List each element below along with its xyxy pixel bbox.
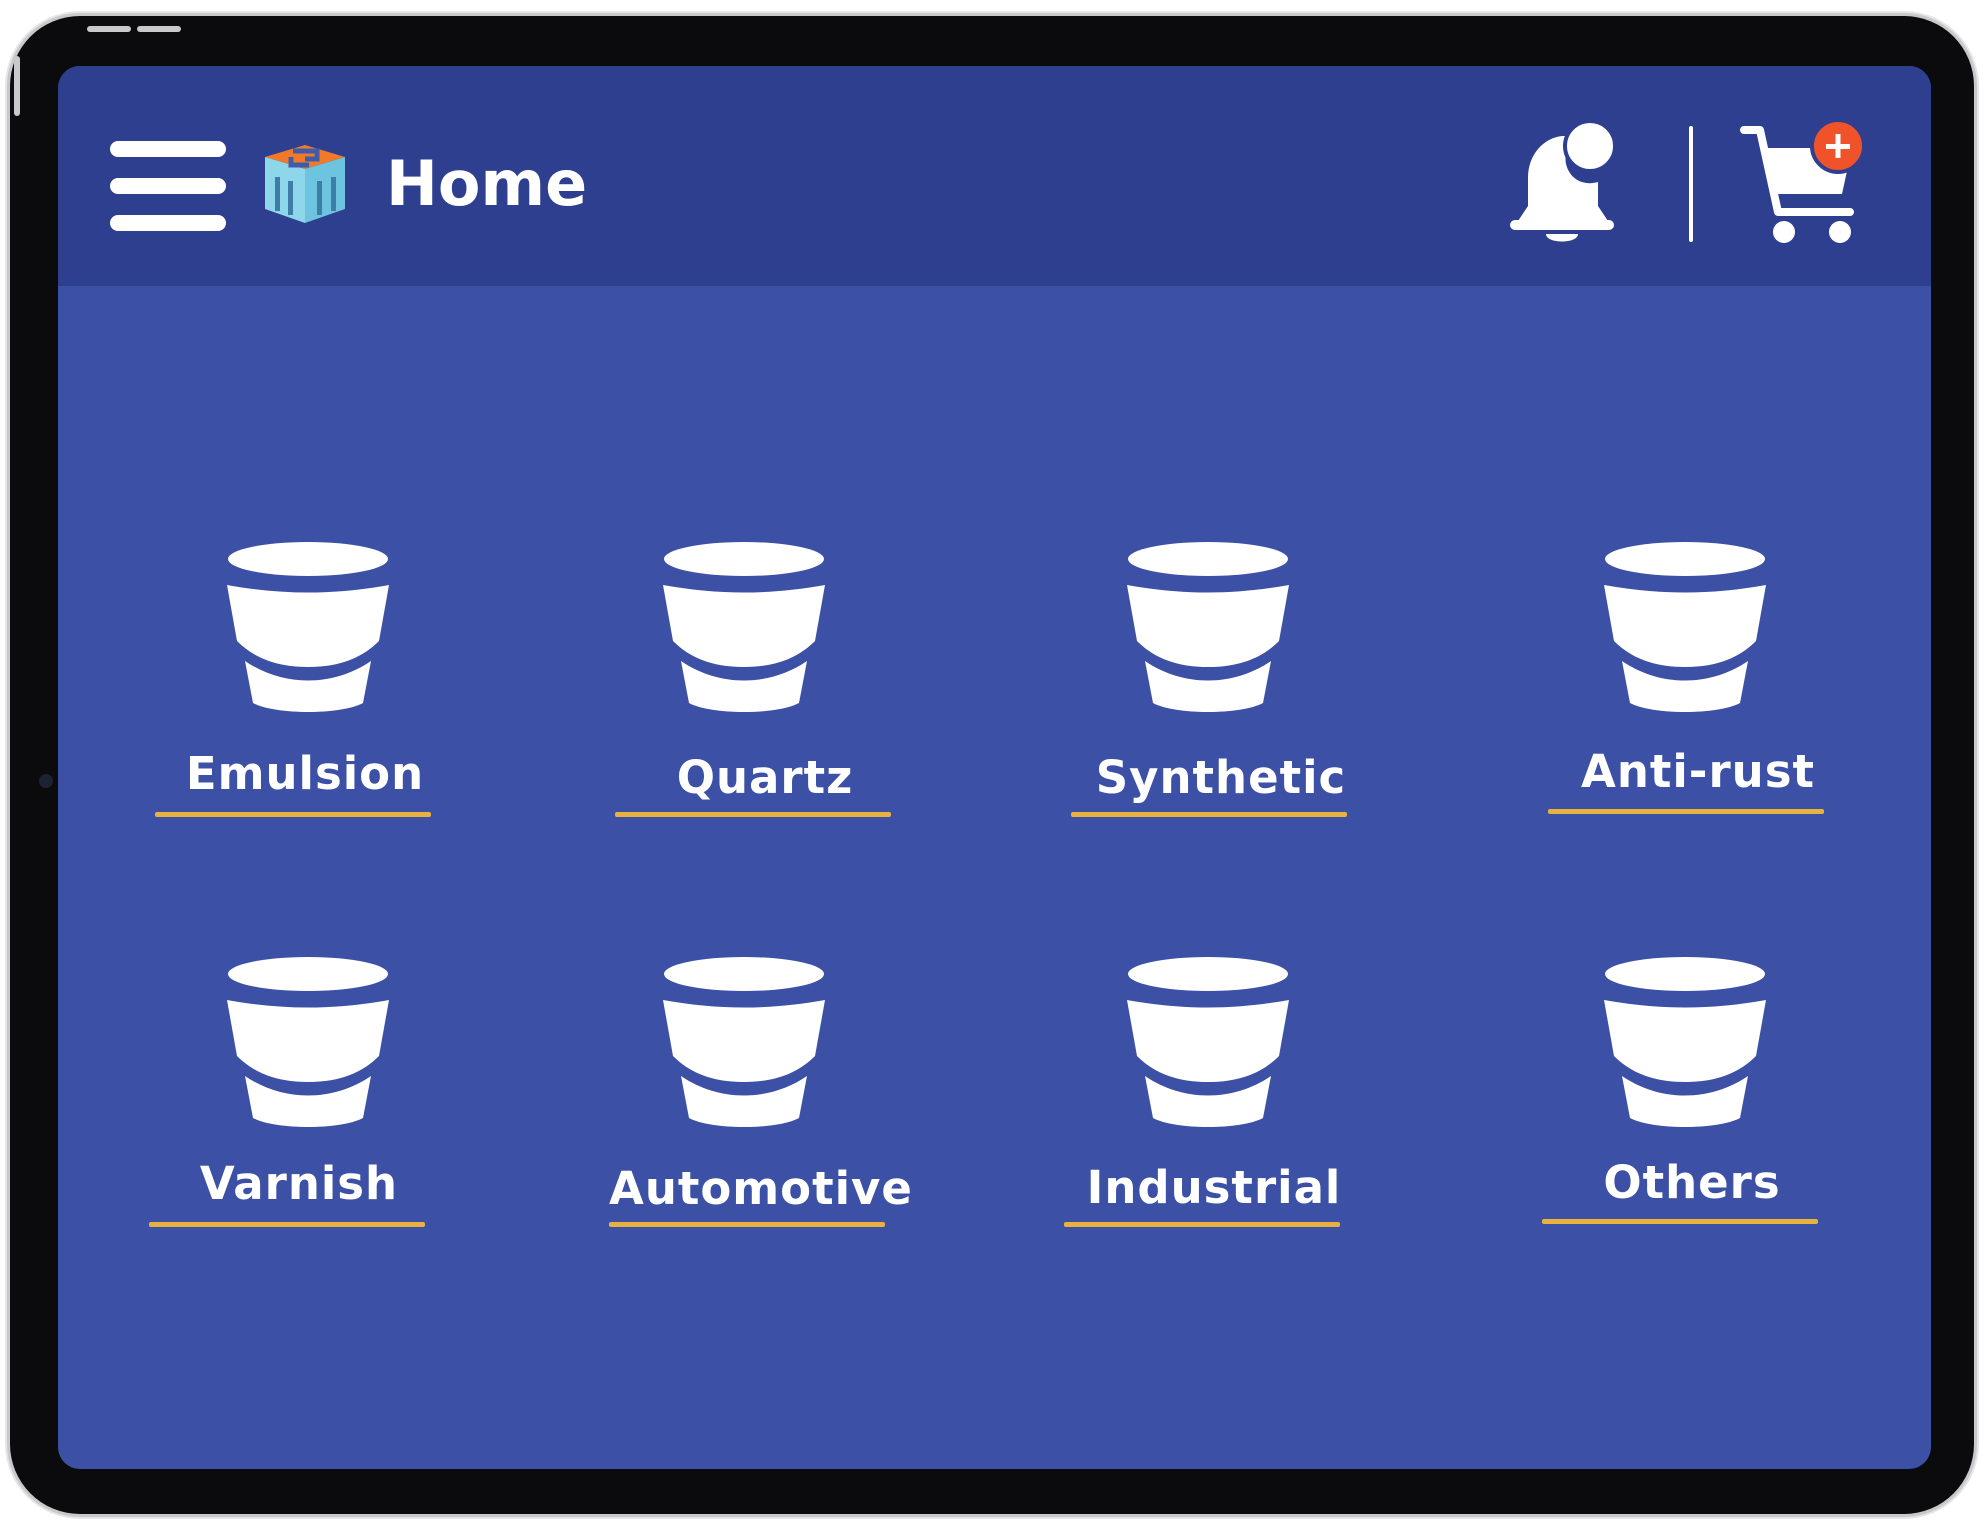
- paint-bucket-icon: [1127, 957, 1289, 1127]
- category-quartz[interactable]: Quartz: [615, 541, 915, 831]
- category-underline: [1064, 1222, 1340, 1227]
- category-label: Synthetic: [1095, 751, 1347, 804]
- category-label: Automotive: [609, 1162, 913, 1215]
- paint-bucket-icon: [1604, 542, 1766, 712]
- category-underline: [1542, 1219, 1818, 1224]
- category-emulsion[interactable]: Emulsion: [155, 541, 455, 831]
- paint-bucket-icon: [1127, 542, 1289, 712]
- category-label: Others: [1603, 1156, 1781, 1209]
- category-synthetic[interactable]: Synthetic: [1071, 541, 1371, 831]
- paint-bucket-icon: [227, 957, 389, 1127]
- device-button: [14, 56, 20, 116]
- device-button: [137, 26, 181, 32]
- category-underline: [1548, 809, 1824, 814]
- front-camera: [39, 774, 53, 788]
- category-grid: Emulsion Quartz Synthetic Anti-rust Varn…: [58, 66, 1931, 1469]
- category-underline: [615, 812, 891, 817]
- category-underline: [155, 812, 431, 817]
- category-underline: [149, 1222, 425, 1227]
- category-label: Anti-rust: [1581, 745, 1815, 798]
- category-underline: [609, 1222, 885, 1227]
- category-varnish[interactable]: Varnish: [149, 956, 449, 1246]
- device-button: [87, 26, 131, 32]
- category-anti-rust[interactable]: Anti-rust: [1548, 541, 1848, 831]
- category-others[interactable]: Others: [1542, 956, 1842, 1246]
- category-automotive[interactable]: Automotive: [609, 956, 913, 1246]
- category-label: Quartz: [676, 751, 854, 804]
- paint-bucket-icon: [227, 542, 389, 712]
- paint-bucket-icon: [1604, 957, 1766, 1127]
- category-industrial[interactable]: Industrial: [1064, 956, 1364, 1246]
- paint-bucket-icon: [663, 957, 825, 1127]
- category-label: Emulsion: [185, 747, 425, 800]
- paint-bucket-icon: [663, 542, 825, 712]
- app-screen: Home Emulsion Quartz Synthetic Anti-rust…: [58, 66, 1931, 1469]
- category-label: Varnish: [199, 1157, 399, 1210]
- category-label: Industrial: [1086, 1161, 1342, 1214]
- category-underline: [1071, 812, 1347, 817]
